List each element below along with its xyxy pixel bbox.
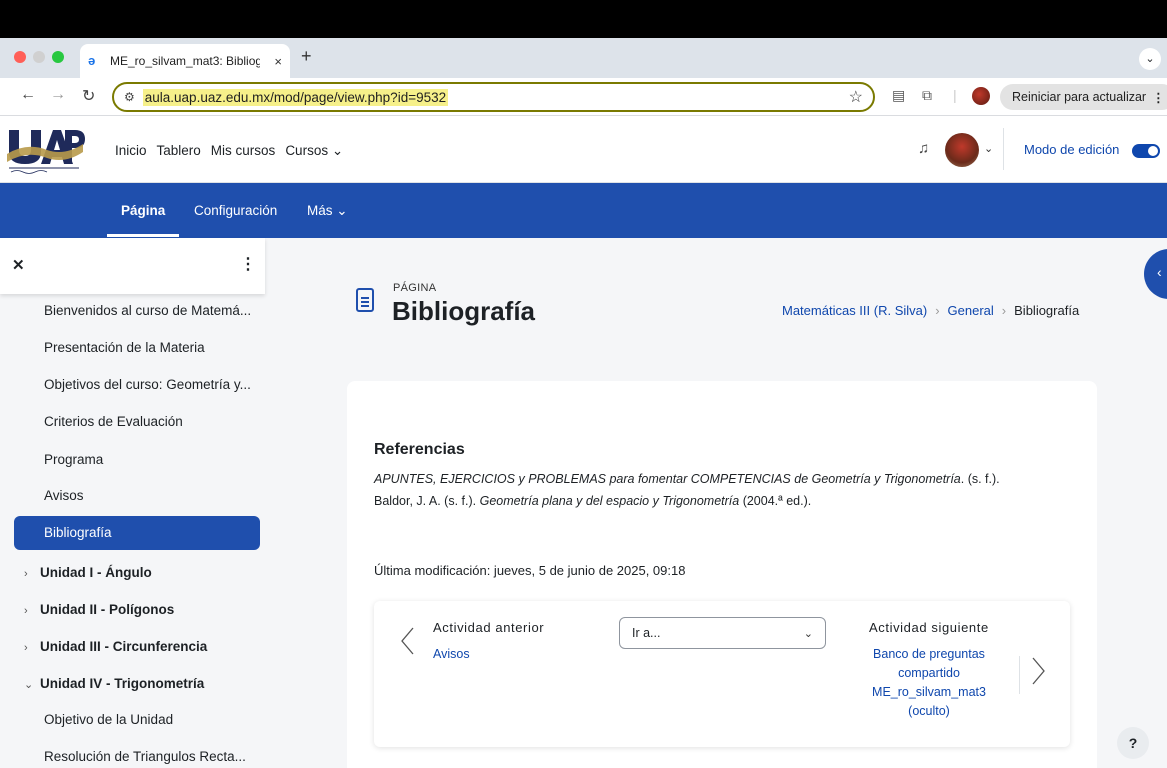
activity-type-label: PÁGINA (393, 282, 437, 294)
maximize-window-button[interactable] (52, 51, 64, 63)
reference-item: Baldor, J. A. (s. f.). Geometría plana y… (374, 494, 811, 508)
previous-activity-link[interactable]: Avisos (433, 647, 470, 661)
drawer-header: ✕ ⋮ (0, 238, 265, 294)
section-label: Unidad IV - Trigonometría (40, 676, 205, 691)
active-tab-indicator (107, 234, 179, 237)
tab-close-icon[interactable]: × (274, 54, 282, 69)
chevron-down-icon: ⌄ (803, 628, 813, 640)
jump-to-value: Ir a... (632, 626, 661, 640)
last-modified: Última modificación: jueves, 5 de junio … (374, 563, 686, 578)
tab-configuracion[interactable]: Configuración (194, 203, 277, 218)
open-block-drawer-button[interactable] (1144, 249, 1167, 299)
browser-profile-icon[interactable] (972, 87, 990, 105)
reference-title: Geometría plana y del espacio y Trigonom… (479, 494, 740, 508)
tab-search-button[interactable]: ⌄ (1139, 48, 1161, 70)
section-unidad-1[interactable]: › Unidad I - Ángulo (24, 565, 152, 580)
breadcrumb-separator-icon: › (1001, 303, 1007, 318)
main-navigation: Inicio Tablero Mis cursos Cursos ⌄ (115, 143, 343, 159)
chevron-left-icon: ‹ (1157, 264, 1162, 280)
section-label: Unidad I - Ángulo (40, 565, 152, 580)
section-unidad-4[interactable]: ⌄ Unidad IV - Trigonometría (24, 676, 204, 691)
chevron-right-icon: › (24, 568, 28, 580)
tab-mas-dropdown[interactable]: Más ⌄ (307, 203, 348, 219)
new-tab-button[interactable]: + (301, 46, 312, 67)
browser-toolbar: ← → ↻ ⚙ aula.uap.uaz.edu.mx/mod/page/vie… (0, 78, 1167, 116)
nav-cursos-dropdown[interactable]: Cursos ⌄ (285, 143, 343, 159)
next-activity-link[interactable]: Banco de preguntas compartido ME_ro_silv… (862, 645, 996, 721)
notifications-bell-icon[interactable]: ♫ (918, 140, 929, 157)
forward-icon[interactable]: → (50, 86, 66, 104)
section-unidad-2[interactable]: › Unidad II - Polígonos (24, 602, 174, 617)
close-drawer-icon[interactable]: ✕ (12, 256, 25, 274)
site-settings-icon[interactable]: ⚙ (124, 90, 135, 104)
course-item[interactable]: Resolución de Triangulos Recta... (44, 749, 246, 764)
edit-mode-toggle[interactable] (1132, 144, 1160, 158)
course-item[interactable]: Programa (44, 452, 103, 467)
os-top-bar (0, 0, 1167, 38)
tab-title: ME_ro_silvam_mat3: Bibliografía (110, 54, 260, 68)
reference-rest: . (s. f.). (960, 472, 1000, 486)
breadcrumb-section-link[interactable]: General (948, 303, 994, 318)
chevron-left-icon[interactable] (398, 626, 418, 656)
browser-tab[interactable]: ə ME_ro_silvam_mat3: Bibliografía × (80, 44, 290, 78)
drawer-options-icon[interactable]: ⋮ (240, 254, 256, 274)
secondary-navigation: Página Configuración Más ⌄ (0, 183, 1167, 238)
site-header: Inicio Tablero Mis cursos Cursos ⌄ ♫ ⌄ M… (0, 116, 1167, 183)
edit-mode-label: Modo de edición (1024, 142, 1120, 157)
next-divider (1019, 656, 1020, 694)
course-item[interactable]: Criterios de Evaluación (44, 414, 183, 429)
chrome-menu-icon[interactable]: ⋮ (1152, 90, 1165, 105)
address-bar[interactable]: ⚙ aula.uap.uaz.edu.mx/mod/page/view.php?… (112, 82, 875, 112)
section-label: Unidad II - Polígonos (40, 602, 175, 617)
chevron-right-icon[interactable] (1028, 656, 1048, 686)
breadcrumb: Matemáticas III (R. Silva) › General › B… (782, 303, 1079, 318)
nav-inicio[interactable]: Inicio (115, 143, 147, 159)
close-window-button[interactable] (14, 51, 26, 63)
page-document-icon (356, 288, 374, 312)
toolbar-divider: | (953, 87, 957, 103)
previous-activity-label: Actividad anterior (433, 620, 545, 635)
reference-author: Baldor, J. A. (s. f.). (374, 494, 480, 508)
header-divider (1003, 128, 1004, 170)
course-item-active[interactable]: Bibliografía (14, 516, 260, 550)
uap-logo[interactable] (5, 124, 85, 176)
course-item[interactable]: Presentación de la Materia (44, 340, 205, 355)
user-avatar[interactable] (945, 133, 979, 167)
breadcrumb-current: Bibliografía (1014, 303, 1080, 318)
course-item[interactable]: Objetivo de la Unidad (44, 712, 173, 727)
relaunch-label: Reiniciar para actualizar (1012, 90, 1147, 104)
jump-to-select[interactable]: Ir a... ⌄ (619, 617, 826, 649)
references-heading: Referencias (374, 441, 465, 458)
user-menu-chevron-icon[interactable]: ⌄ (984, 142, 993, 155)
reload-icon[interactable]: ↻ (82, 86, 95, 106)
page-title: Bibliografía (392, 296, 536, 326)
help-button[interactable]: ? (1117, 727, 1149, 759)
reading-mode-icon[interactable]: ▤ (892, 87, 905, 104)
section-unidad-3[interactable]: › Unidad III - Circunferencia (24, 639, 207, 654)
course-item[interactable]: Avisos (44, 488, 84, 503)
bookmark-star-icon[interactable]: ☆ (849, 87, 863, 107)
chevron-down-icon: ⌄ (24, 679, 34, 691)
breadcrumb-separator-icon: › (935, 303, 940, 318)
tab-pagina[interactable]: Página (121, 203, 165, 218)
chevron-right-icon: › (24, 605, 28, 617)
next-activity-label: Actividad siguiente (869, 620, 989, 635)
reference-rest: (2004.ª ed.). (739, 494, 812, 508)
chevron-right-icon: › (24, 642, 28, 654)
reference-title: APUNTES, EJERCICIOS y PROBLEMAS para fom… (374, 472, 961, 486)
relaunch-button[interactable]: Reiniciar para actualizar ⋮ (1000, 84, 1167, 110)
course-item[interactable]: Bienvenidos al curso de Matemá... (44, 303, 251, 318)
course-item[interactable]: Objetivos del curso: Geometría y... (44, 377, 251, 392)
reference-item: APUNTES, EJERCICIOS y PROBLEMAS para fom… (374, 472, 1000, 486)
url-text[interactable]: aula.uap.uaz.edu.mx/mod/page/view.php?id… (142, 88, 449, 106)
nav-tablero[interactable]: Tablero (157, 143, 201, 159)
back-icon[interactable]: ← (20, 86, 36, 104)
breadcrumb-course-link[interactable]: Matemáticas III (R. Silva) (782, 303, 927, 318)
moodle-favicon-icon: ə (88, 53, 96, 68)
nav-mis-cursos[interactable]: Mis cursos (211, 143, 276, 159)
section-label: Unidad III - Circunferencia (40, 639, 208, 654)
minimize-window-button[interactable] (33, 51, 45, 63)
extensions-icon[interactable]: ⧉ (922, 87, 932, 104)
